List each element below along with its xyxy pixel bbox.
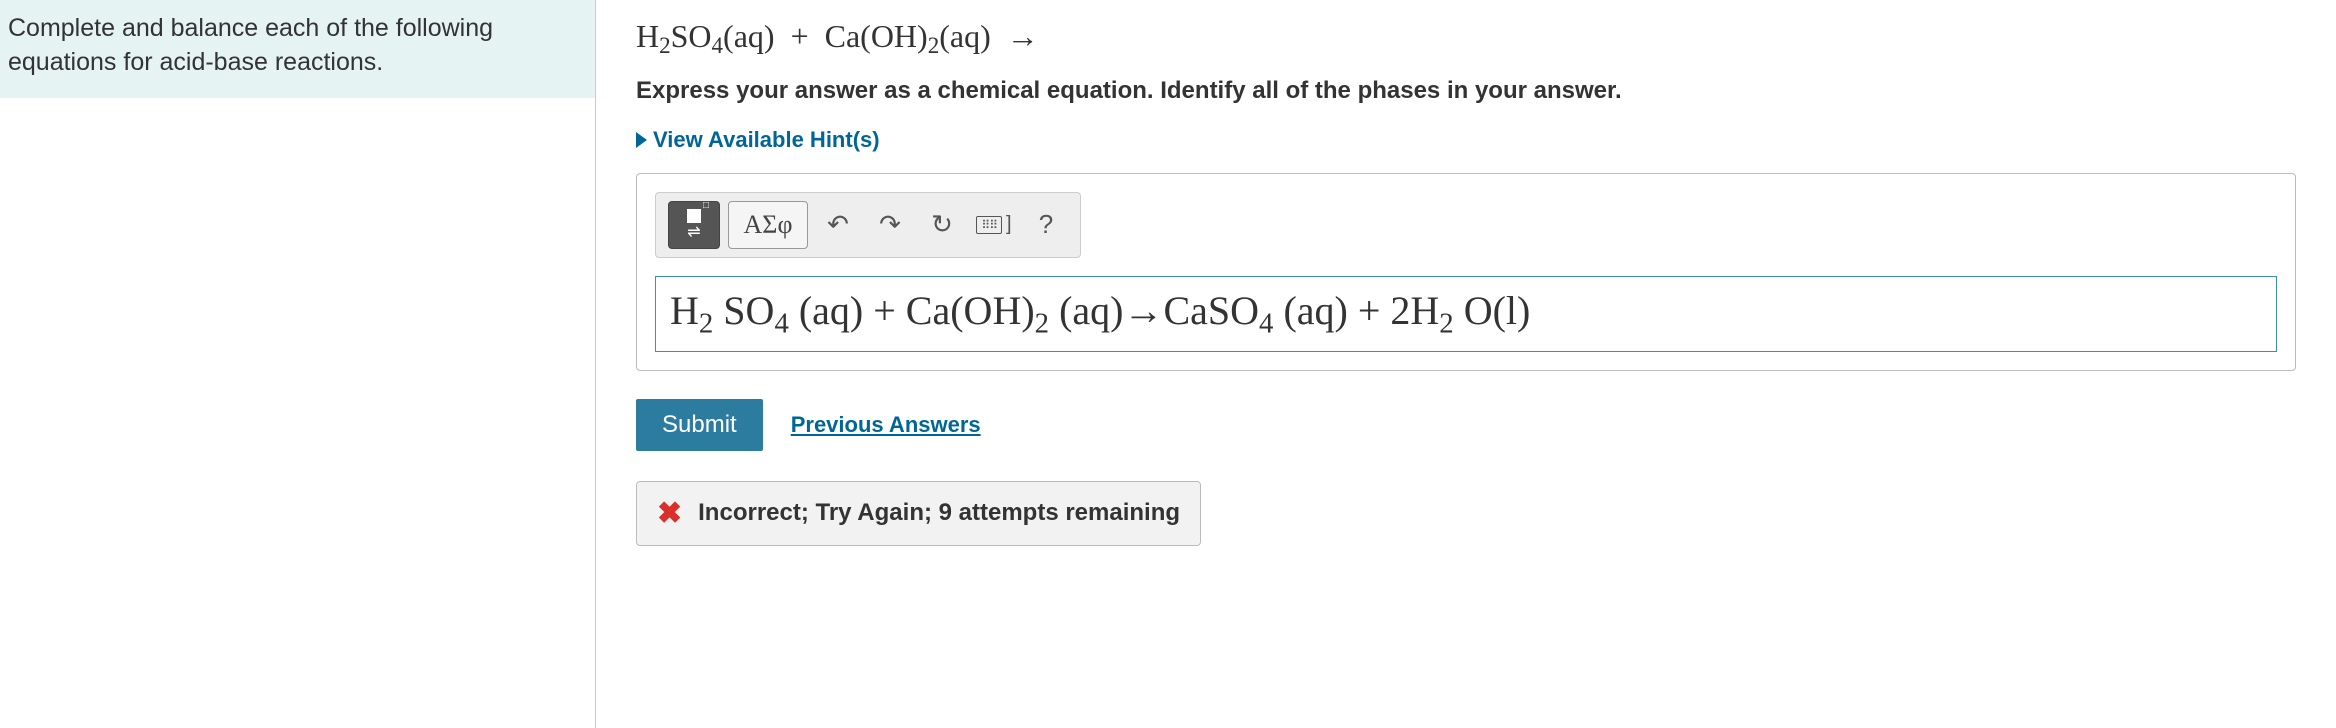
template-button[interactable]: □ ⇌ (668, 201, 720, 249)
keyboard-icon[interactable]: ⠿⠿ ] (972, 203, 1016, 247)
equation-toolbar: □ ⇌ ΑΣφ ↶ ↷ ↻ ⠿⠿ ] ? (655, 192, 1081, 258)
problem-instruction: Complete and balance each of the followi… (0, 0, 595, 98)
redo-icon[interactable]: ↷ (868, 203, 912, 247)
feedback-text: Incorrect; Try Again; 9 attempts remaini… (698, 499, 1180, 527)
view-hints-toggle[interactable]: View Available Hint(s) (636, 127, 2296, 153)
right-panel: H2SO4(aq) + Ca(OH)2(aq) → Express your a… (596, 0, 2336, 728)
incorrect-x-icon: ✖ (657, 496, 682, 531)
submit-button[interactable]: Submit (636, 399, 763, 451)
disclosure-triangle-icon (636, 132, 647, 148)
answer-instruction: Express your answer as a chemical equati… (636, 77, 2296, 105)
help-icon[interactable]: ? (1024, 203, 1068, 247)
feedback-box: ✖ Incorrect; Try Again; 9 attempts remai… (636, 481, 1201, 546)
submit-row: Submit Previous Answers (636, 399, 2296, 451)
answer-input[interactable]: H2 SO4 (aq) + Ca(OH)2 (aq)→CaSO4 (aq) + … (655, 276, 2277, 352)
undo-icon[interactable]: ↶ (816, 203, 860, 247)
greek-symbols-button[interactable]: ΑΣφ (728, 201, 808, 249)
hints-label: View Available Hint(s) (653, 127, 880, 153)
left-panel: Complete and balance each of the followi… (0, 0, 596, 728)
answer-container: □ ⇌ ΑΣφ ↶ ↷ ↻ ⠿⠿ ] ? H2 SO4 (aq) + Ca(OH… (636, 173, 2296, 371)
equation-prompt: H2SO4(aq) + Ca(OH)2(aq) → (636, 18, 2296, 59)
reset-icon[interactable]: ↻ (920, 203, 964, 247)
previous-answers-link[interactable]: Previous Answers (791, 412, 981, 438)
